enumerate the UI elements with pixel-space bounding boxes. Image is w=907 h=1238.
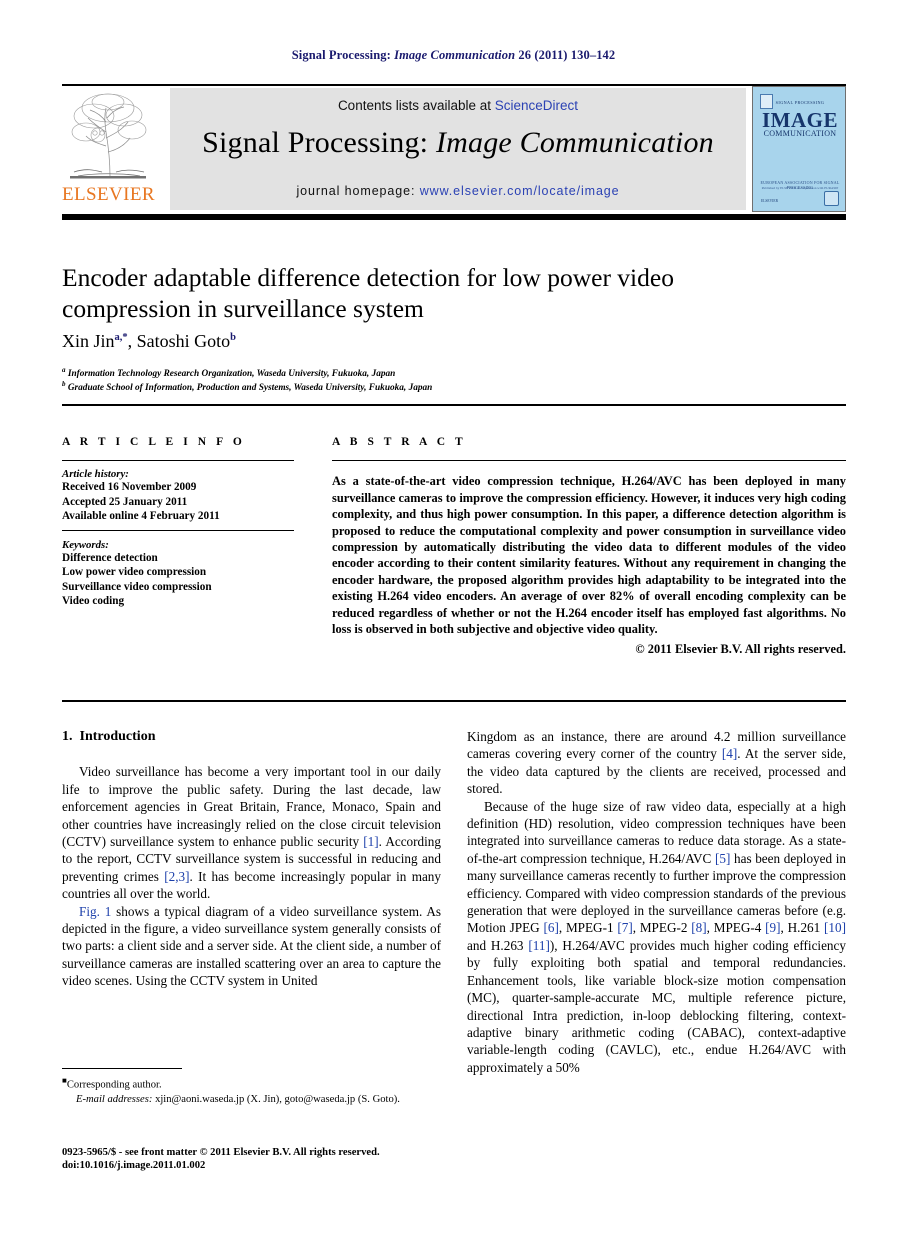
article-history-accepted: Accepted 25 January 2011 bbox=[62, 495, 188, 508]
affiliation-b-text: Graduate School of Information, Producti… bbox=[67, 383, 433, 394]
section-heading-introduction: 1. Introduction bbox=[62, 728, 441, 745]
journal-homepage-line: journal homepage: www.elsevier.com/locat… bbox=[170, 184, 746, 198]
article-info-heading: A R T I C L E I N F O bbox=[62, 436, 246, 448]
author-marks-0: a,* bbox=[114, 332, 128, 343]
article-history-received: Received 16 November 2009 bbox=[62, 481, 197, 494]
reference-citation[interactable]: [11] bbox=[528, 938, 549, 953]
reference-citation[interactable]: [6] bbox=[543, 920, 558, 935]
issn-copyright-line: 0923-5965/$ - see front matter © 2011 El… bbox=[62, 1147, 380, 1158]
body-text: and H.263 bbox=[467, 937, 529, 953]
email-values: xjin@aoni.waseda.jp (X. Jin), goto@wased… bbox=[155, 1093, 400, 1105]
journal-homepage-label: journal homepage: bbox=[296, 184, 416, 198]
article-history-online: Available online 4 February 2011 bbox=[62, 509, 220, 522]
contents-lists-prefix: Contents lists available at bbox=[337, 98, 495, 113]
section-number: 1. bbox=[62, 729, 73, 744]
masthead: ELSEVIER Contents lists available at Sci… bbox=[62, 84, 846, 212]
author-marks-1: b bbox=[230, 332, 236, 343]
reference-citation[interactable]: [1] bbox=[363, 834, 378, 849]
reference-citation[interactable]: [2,3] bbox=[164, 869, 189, 884]
keyword-2: Surveillance video compression bbox=[62, 580, 212, 593]
body-paragraph: Because of the huge size of raw video da… bbox=[467, 798, 846, 1077]
affiliation-b: b Graduate School of Information, Produc… bbox=[62, 380, 762, 393]
journal-article-page: Signal Processing: Image Communication 2… bbox=[0, 0, 907, 1238]
running-head: Signal Processing: Image Communication 2… bbox=[0, 48, 907, 63]
masthead-bottom-rule bbox=[62, 214, 846, 220]
imprint-block: 0923-5965/$ - see front matter © 2011 El… bbox=[62, 1146, 462, 1173]
affiliation-b-mark: b bbox=[62, 380, 66, 388]
corresponding-author-note: ■Corresponding author. bbox=[62, 1074, 441, 1093]
body-paragraphs-left: Video surveillance has become a very imp… bbox=[62, 763, 441, 989]
contents-lists-line: Contents lists available at ScienceDirec… bbox=[170, 98, 746, 113]
journal-cover-thumbnail: SIGNAL PROCESSING IMAGE COMMUNICATION EU… bbox=[752, 86, 846, 212]
running-head-citation: 26 (2011) 130–142 bbox=[518, 48, 616, 62]
keywords-rule bbox=[62, 529, 294, 532]
abstract-heading: A B S T R A C T bbox=[332, 436, 467, 448]
abstract-rule bbox=[332, 460, 846, 462]
reference-citation[interactable]: [8] bbox=[691, 920, 706, 935]
reference-citation[interactable]: [10] bbox=[824, 920, 846, 935]
elsevier-tree-icon bbox=[64, 88, 152, 182]
body-column-right: Kingdom as an instance, there are around… bbox=[467, 728, 846, 1076]
email-note: E-mail addresses: xjin@aoni.waseda.jp (X… bbox=[62, 1093, 441, 1107]
cover-top-label: SIGNAL PROCESSING bbox=[775, 100, 825, 105]
body-text: ), H.264/AVC provides much higher coding… bbox=[467, 937, 846, 1075]
keyword-0: Difference detection bbox=[62, 552, 158, 565]
affiliation-a: a Information Technology Research Organi… bbox=[62, 366, 762, 379]
title-block-rule bbox=[62, 404, 846, 406]
cover-eurasip-badge-icon bbox=[824, 191, 839, 206]
body-text: , H.261 bbox=[780, 920, 825, 936]
body-paragraph: Fig. 1 shows a typical diagram of a vide… bbox=[62, 903, 441, 990]
author-list: Xin Jina,*, Satoshi Gotob bbox=[62, 331, 236, 351]
running-head-journal-italic: Image Communication bbox=[394, 48, 516, 62]
journal-homepage-link[interactable]: www.elsevier.com/locate/image bbox=[420, 184, 620, 198]
body-paragraph: Kingdom as an instance, there are around… bbox=[467, 728, 846, 798]
author-name-1: Satoshi Goto bbox=[136, 331, 231, 351]
section-title: Introduction bbox=[79, 729, 156, 744]
running-head-journal: Signal Processing: bbox=[291, 48, 391, 62]
elsevier-wordmark: ELSEVIER bbox=[62, 184, 155, 205]
email-label: E-mail addresses: bbox=[76, 1093, 153, 1105]
abstract-column: A B S T R A C T As a state-of-the-art vi… bbox=[332, 436, 846, 657]
abstract-copyright: © 2011 Elsevier B.V. All rights reserved… bbox=[635, 642, 846, 657]
footnote-block: ■Corresponding author. E-mail addresses:… bbox=[62, 1074, 441, 1107]
doi-line: doi:10.1016/j.image.2011.01.002 bbox=[62, 1160, 206, 1172]
sciencedirect-link[interactable]: ScienceDirect bbox=[495, 98, 578, 113]
journal-title: Signal Processing: Image Communication bbox=[170, 126, 746, 160]
email-note-inner: E-mail addresses: xjin@aoni.waseda.jp (X… bbox=[62, 1093, 441, 1107]
author-name-0: Xin Jin bbox=[62, 331, 115, 351]
keyword-3: Video coding bbox=[62, 594, 125, 607]
reference-citation[interactable]: [4] bbox=[722, 746, 737, 761]
body-text: , MPEG-1 bbox=[558, 920, 618, 936]
journal-title-plain: Signal Processing: bbox=[202, 126, 429, 159]
article-info-rule bbox=[62, 460, 294, 462]
affiliation-a-text: Information Technology Research Organiza… bbox=[67, 369, 396, 380]
body-paragraphs-right: Kingdom as an instance, there are around… bbox=[467, 728, 846, 1076]
body-column-left: 1. Introduction Video surveillance has be… bbox=[62, 728, 441, 990]
journal-title-italic: Image Communication bbox=[435, 126, 714, 159]
body-text: , MPEG-4 bbox=[706, 920, 766, 936]
abstract-block-rule bbox=[62, 700, 846, 702]
article-history-label: Article history: bbox=[62, 468, 129, 481]
affiliation-a-mark: a bbox=[62, 366, 66, 374]
footnote-rule bbox=[62, 1068, 182, 1070]
corresponding-author-text: Corresponding author. bbox=[66, 1079, 162, 1091]
reference-citation[interactable]: [9] bbox=[765, 920, 780, 935]
cover-sub-word: COMMUNICATION bbox=[763, 129, 837, 138]
keywords-label: Keywords: bbox=[62, 539, 109, 552]
keyword-1: Low power video compression bbox=[62, 566, 207, 579]
reference-citation[interactable]: [7] bbox=[617, 920, 632, 935]
body-text: shows a typical diagram of a video surve… bbox=[62, 903, 442, 989]
cover-publisher-line: Published by ELSEVIER in cooperation wit… bbox=[761, 186, 839, 190]
journal-banner: Contents lists available at ScienceDirec… bbox=[170, 88, 746, 210]
article-info-column: A R T I C L E I N F O Article history: R… bbox=[62, 436, 294, 608]
body-text: , MPEG-2 bbox=[632, 920, 692, 936]
body-paragraph: Video surveillance has become a very imp… bbox=[62, 763, 441, 902]
page-title: Encoder adaptable difference detection f… bbox=[62, 263, 674, 323]
cover-elsevier-label: ELSEVIER bbox=[761, 199, 778, 203]
reference-citation[interactable]: [5] bbox=[715, 851, 730, 866]
elsevier-logo: ELSEVIER bbox=[62, 88, 155, 210]
reference-citation[interactable]: Fig. 1 bbox=[79, 904, 111, 919]
abstract-text: As a state-of-the-art video compression … bbox=[332, 474, 846, 636]
